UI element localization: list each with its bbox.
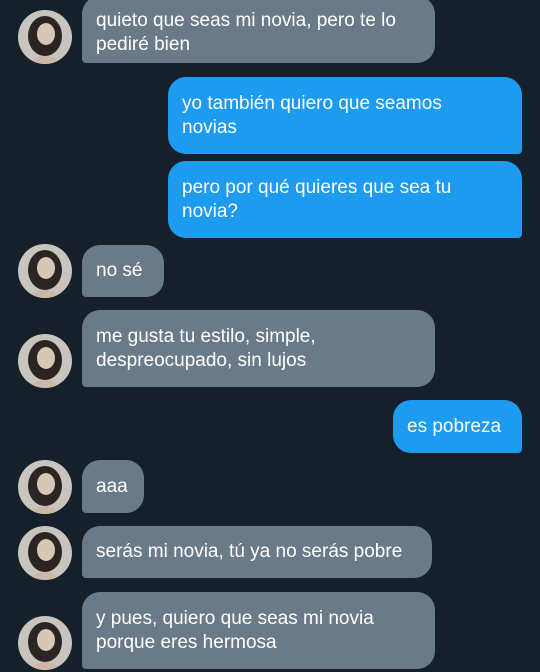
avatar[interactable] — [18, 10, 72, 64]
sent-message-bubble[interactable]: pero por qué quieres que sea tu novia? — [168, 161, 522, 238]
avatar[interactable] — [18, 334, 72, 388]
received-message-bubble[interactable]: no sé — [82, 245, 164, 297]
user-avatar-icon — [18, 526, 72, 580]
sent-message-bubble[interactable]: es pobreza — [393, 400, 522, 453]
avatar[interactable] — [18, 244, 72, 298]
received-message-bubble[interactable]: serás mi novia, tú ya no serás pobre — [82, 526, 432, 578]
received-message-bubble[interactable]: y pues, quiero que seas mi novia porque … — [82, 592, 435, 669]
avatar[interactable] — [18, 460, 72, 514]
avatar[interactable] — [18, 616, 72, 670]
user-avatar-icon — [18, 460, 72, 514]
sent-message-bubble[interactable]: yo también quiero que seamos novias — [168, 77, 522, 154]
received-message-bubble[interactable]: quieto que seas mi novia, pero te lo ped… — [82, 0, 435, 63]
received-message-bubble[interactable]: aaa — [82, 460, 144, 513]
received-message-bubble[interactable]: me gusta tu estilo, simple, despreocupad… — [82, 310, 435, 387]
avatar[interactable] — [18, 526, 72, 580]
user-avatar-icon — [18, 10, 72, 64]
user-avatar-icon — [18, 244, 72, 298]
user-avatar-icon — [18, 616, 72, 670]
user-avatar-icon — [18, 334, 72, 388]
